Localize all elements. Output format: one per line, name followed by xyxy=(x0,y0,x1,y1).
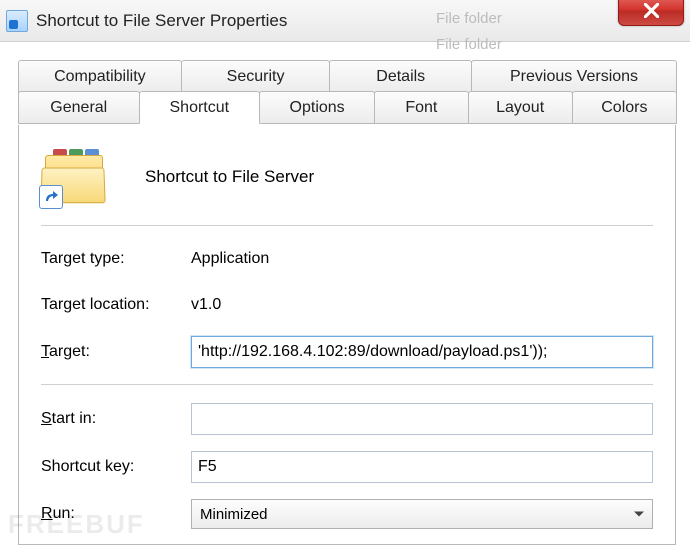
target-type-row: Target type: Application xyxy=(41,244,653,274)
separator xyxy=(41,225,653,226)
target-type-value: Application xyxy=(191,250,269,268)
target-location-value: v1.0 xyxy=(191,296,221,314)
tab-details[interactable]: Details xyxy=(329,60,472,93)
titlebar: Shortcut to File Server Properties xyxy=(0,0,690,42)
close-icon xyxy=(644,3,659,18)
chevron-down-icon xyxy=(634,512,644,517)
tab-layout[interactable]: Layout xyxy=(468,91,573,124)
tab-row-lower: General Shortcut Options Font Layout Col… xyxy=(18,91,676,124)
tab-font[interactable]: Font xyxy=(374,91,468,124)
run-select[interactable]: Minimized xyxy=(191,499,653,529)
tab-colors[interactable]: Colors xyxy=(572,91,677,124)
run-label: Run: xyxy=(41,505,191,523)
shortcut-properties-app-icon xyxy=(6,10,28,32)
tab-row-upper: Compatibility Security Details Previous … xyxy=(18,60,676,93)
window-title: Shortcut to File Server Properties xyxy=(36,11,287,31)
shortcut-key-input[interactable] xyxy=(191,451,653,483)
start-in-label: Start in: xyxy=(41,410,191,428)
shortcut-key-label: Shortcut key: xyxy=(41,458,191,476)
shortcut-overlay-icon xyxy=(39,185,63,209)
run-row: Run: Minimized xyxy=(41,499,653,529)
target-location-row: Target location: v1.0 xyxy=(41,290,653,320)
tab-security[interactable]: Security xyxy=(181,60,331,93)
shortcut-panel: Shortcut to File Server Target type: App… xyxy=(18,125,676,545)
shortcut-folder-icon xyxy=(41,149,109,205)
tab-container: Compatibility Security Details Previous … xyxy=(18,60,676,126)
target-row: Target: xyxy=(41,336,653,368)
shortcut-name: Shortcut to File Server xyxy=(145,167,314,187)
target-input[interactable] xyxy=(191,336,653,368)
tab-general[interactable]: General xyxy=(18,91,140,124)
target-type-label: Target type: xyxy=(41,250,191,268)
start-in-row: Start in: xyxy=(41,403,653,435)
target-location-label: Target location: xyxy=(41,296,191,314)
target-label: Target: xyxy=(41,343,191,361)
dialog-body: Compatibility Security Details Previous … xyxy=(0,42,690,545)
run-select-value: Minimized xyxy=(200,506,268,523)
close-button[interactable] xyxy=(618,0,684,26)
tab-shortcut[interactable]: Shortcut xyxy=(139,91,261,124)
tab-options[interactable]: Options xyxy=(259,91,375,124)
tab-previous-versions[interactable]: Previous Versions xyxy=(471,60,677,93)
shortcut-header: Shortcut to File Server xyxy=(41,149,653,205)
shortcut-key-row: Shortcut key: xyxy=(41,451,653,483)
tab-compatibility[interactable]: Compatibility xyxy=(18,60,182,93)
start-in-input[interactable] xyxy=(191,403,653,435)
separator xyxy=(41,384,653,385)
